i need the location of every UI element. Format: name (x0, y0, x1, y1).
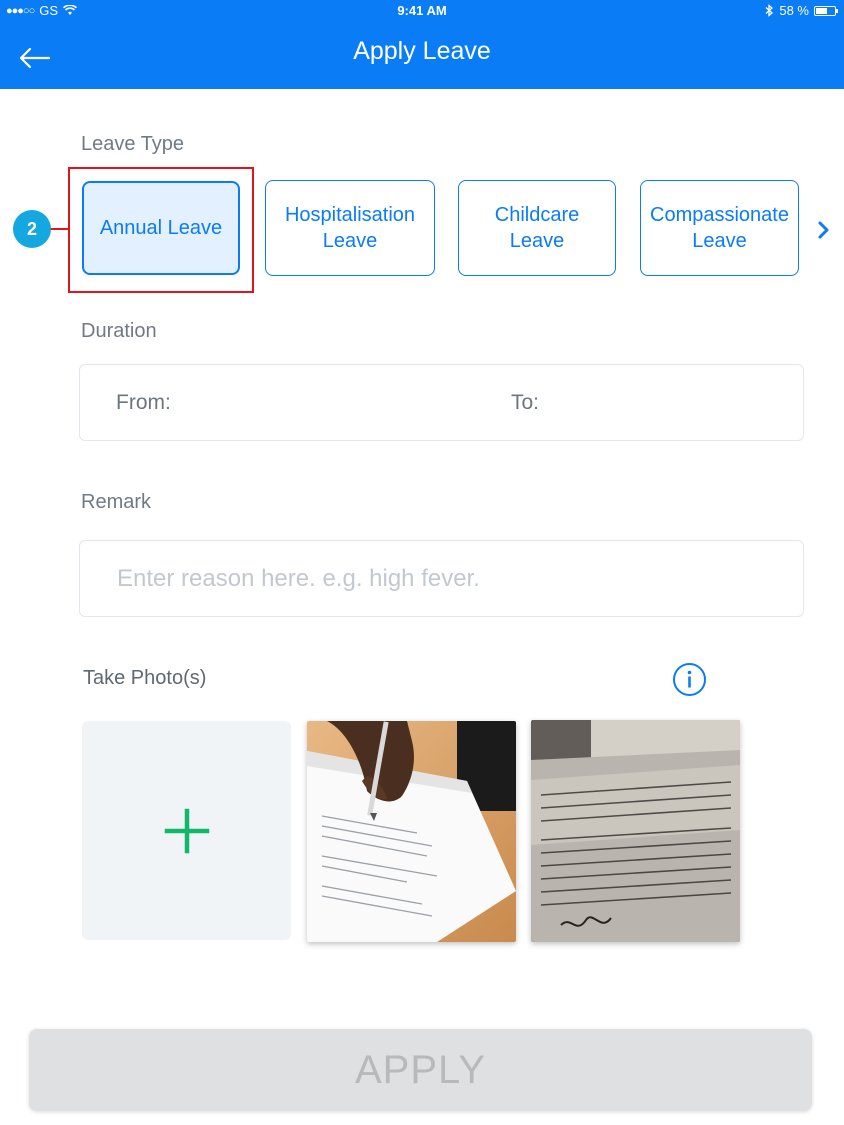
annotation-marker: 2 (13, 210, 51, 248)
remark-label: Remark (81, 491, 152, 513)
annotation-connector (50, 228, 69, 230)
duration-field: From: To: (79, 364, 804, 441)
leave-option-line1: Compassionate (650, 204, 789, 226)
photos-label: Take Photo(s) (83, 667, 207, 689)
leave-option-childcare[interactable]: Childcare Leave (458, 180, 616, 276)
battery-percent: 58 % (779, 3, 809, 18)
from-date-field[interactable]: From: (116, 391, 171, 415)
chevron-right-icon (818, 221, 829, 239)
leave-option-line2: Leave (509, 230, 565, 252)
photo-thumbnail-document[interactable] (531, 720, 740, 942)
old-document-image (531, 720, 740, 942)
signing-document-image (307, 721, 516, 942)
battery-icon (814, 5, 838, 16)
leave-option-line2: Leave (322, 230, 378, 252)
page-title: Apply Leave (353, 37, 491, 65)
info-icon (673, 663, 706, 696)
leave-option-hospitalisation[interactable]: Hospitalisation Leave (265, 180, 435, 276)
leave-option-line1: Childcare (494, 204, 580, 226)
apply-button[interactable]: APPLY (29, 1029, 812, 1111)
leave-option-text: Childcare Leave (495, 202, 579, 254)
leave-option-line1: Hospitalisation (284, 204, 416, 226)
bluetooth-icon (765, 4, 774, 17)
scroll-right-button[interactable] (812, 216, 836, 244)
leave-option-line2: Leave (692, 230, 747, 252)
info-button[interactable] (672, 662, 707, 697)
status-bar: ●●●○○ GS 9:41 AM 58 % (0, 0, 844, 22)
to-date-field[interactable]: To: (511, 391, 539, 415)
leave-type-label: Leave Type (81, 133, 185, 155)
remark-field (79, 540, 804, 617)
app-header: ●●●○○ GS 9:41 AM 58 % Apply Leave (0, 0, 844, 89)
plus-icon (164, 808, 209, 853)
leave-option-compassionate[interactable]: Compassionate Leave (640, 180, 799, 276)
duration-label: Duration (81, 320, 157, 342)
add-photo-button[interactable] (82, 721, 291, 940)
annotation-highlight-box (68, 167, 254, 293)
remark-input[interactable] (80, 541, 803, 616)
photo-thumbnail-signing[interactable] (307, 721, 516, 942)
leave-option-text: Hospitalisation Leave (285, 202, 415, 254)
status-time: 9:41 AM (397, 3, 447, 18)
status-right: 58 % (765, 3, 838, 18)
leave-option-text: Compassionate Leave (650, 202, 789, 254)
